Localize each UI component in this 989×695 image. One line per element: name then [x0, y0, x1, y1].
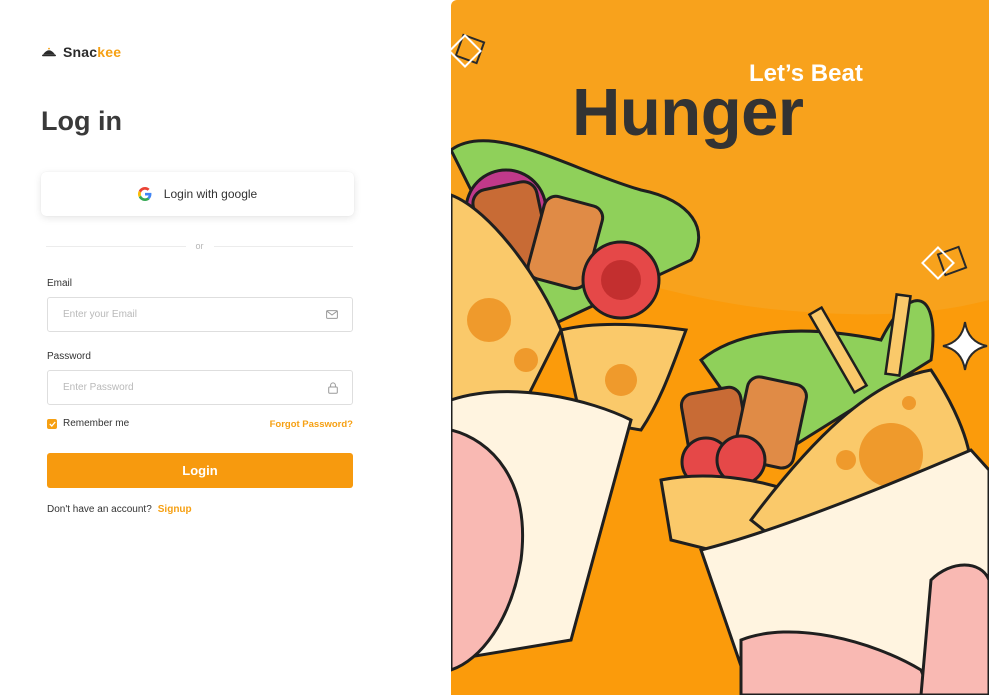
signup-prompt: Don't have an account? — [47, 504, 152, 515]
check-icon — [48, 421, 56, 427]
login-button[interactable]: Login — [47, 453, 353, 488]
google-login-button[interactable]: Login with google — [41, 172, 354, 216]
google-icon — [137, 187, 152, 201]
remember-me-checkbox[interactable]: Remember me — [47, 418, 129, 429]
page-title: Log in — [41, 106, 122, 136]
email-field[interactable] — [63, 309, 326, 320]
brand-logo[interactable]: Snackee — [42, 44, 121, 60]
google-login-label: Login with google — [163, 187, 258, 201]
brand-name-main: Snac — [63, 44, 98, 60]
login-panel: Snackee Log in Login with google or Emai… — [0, 0, 450, 695]
brand-name: Snackee — [63, 44, 121, 60]
forgot-password-link[interactable]: Forgot Password? — [270, 419, 353, 430]
brand-name-accent: kee — [97, 44, 122, 60]
remember-me-label: Remember me — [63, 418, 130, 429]
divider-line-left — [46, 245, 186, 247]
cloche-icon — [42, 47, 56, 57]
hero-title: Hunger — [572, 75, 804, 150]
checkbox-checked[interactable] — [47, 418, 57, 429]
email-label: Email — [47, 278, 73, 289]
hero-panel: Let’s Beat Hunger — [451, 0, 989, 695]
password-field-wrapper — [47, 370, 353, 405]
mail-icon — [326, 310, 338, 319]
signup-row: Don't have an account? Signup — [47, 504, 192, 515]
divider-text: or — [195, 241, 204, 251]
or-divider: or — [46, 239, 354, 253]
email-field-wrapper — [47, 297, 353, 332]
divider-line-right — [213, 245, 354, 247]
password-label: Password — [47, 351, 91, 362]
lock-icon[interactable] — [328, 381, 338, 394]
password-field[interactable] — [63, 382, 328, 393]
signup-link[interactable]: Signup — [158, 504, 192, 515]
